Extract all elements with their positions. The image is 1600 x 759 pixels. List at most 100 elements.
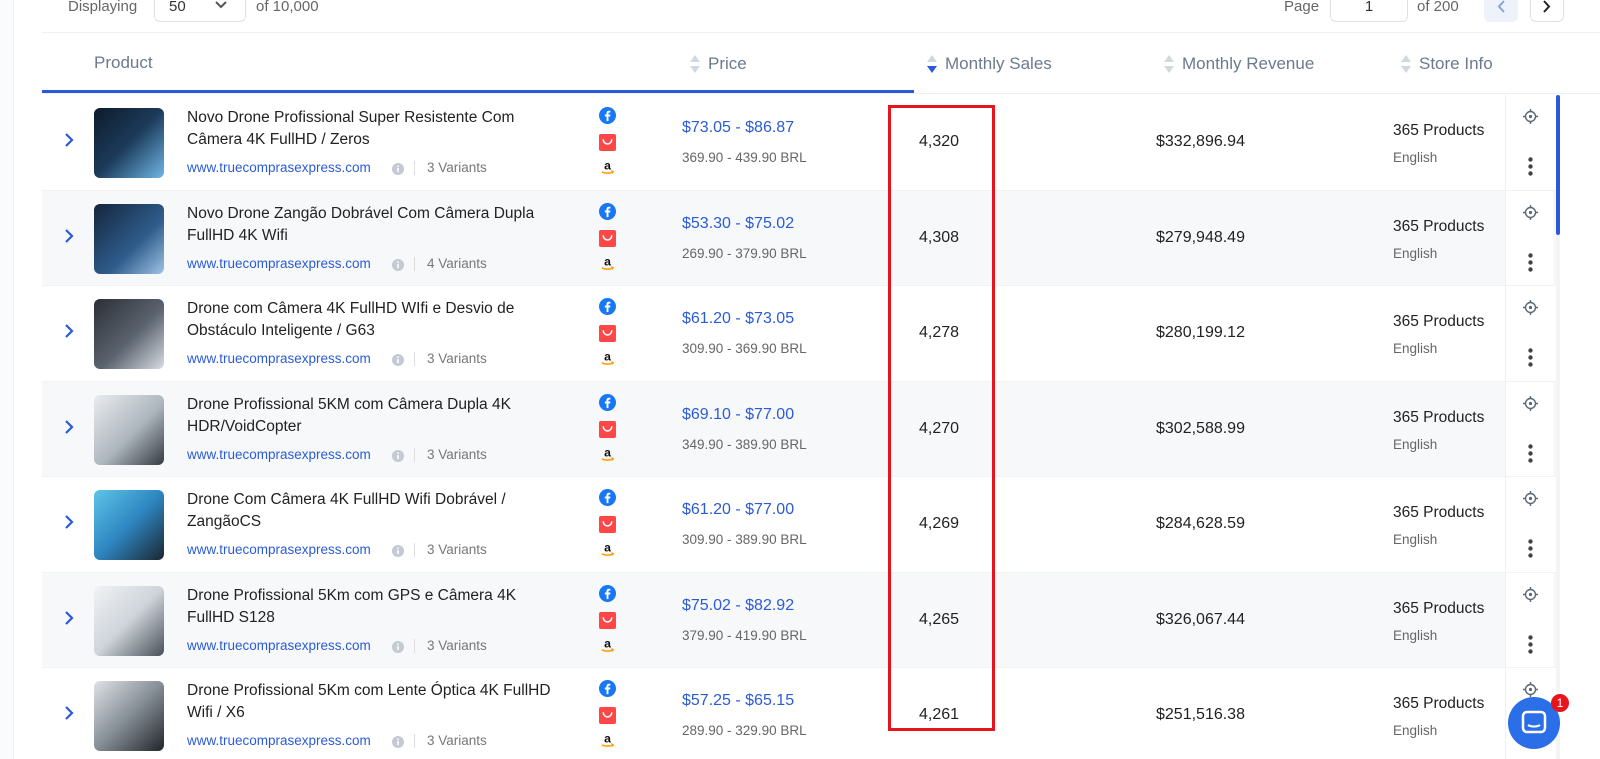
amazon-icon[interactable]: a bbox=[599, 637, 616, 654]
amazon-icon[interactable]: a bbox=[599, 446, 616, 463]
info-icon[interactable] bbox=[392, 258, 404, 271]
aliexpress-icon[interactable] bbox=[599, 229, 616, 247]
product-thumbnail[interactable]: 9 bbox=[94, 108, 164, 178]
product-title[interactable]: Drone Com Câmera 4K FullHD Wifi Dobrável… bbox=[187, 489, 567, 533]
product-thumbnail[interactable]: 8 bbox=[94, 203, 164, 274]
store-product-count: 365 Products bbox=[1393, 504, 1485, 521]
store-link[interactable]: www.truecomprasexpress.com bbox=[187, 160, 371, 175]
prev-page-button[interactable] bbox=[1484, 0, 1518, 22]
scrollbar-thumb[interactable] bbox=[1556, 95, 1560, 235]
aliexpress-icon[interactable] bbox=[599, 325, 616, 342]
aliexpress-icon[interactable] bbox=[599, 420, 616, 438]
table-row[interactable]: 8 Drone Com Câmera 4K FullHD Wifi Dobráve… bbox=[42, 477, 1558, 573]
column-header-monthly-sales[interactable]: Monthly Sales bbox=[927, 53, 1052, 75]
more-vertical-icon[interactable] bbox=[1528, 252, 1533, 272]
chevron-right-icon[interactable] bbox=[64, 705, 74, 721]
total-results: of 10,000 bbox=[256, 0, 319, 15]
target-icon[interactable] bbox=[1523, 300, 1538, 315]
divider bbox=[414, 734, 415, 748]
facebook-icon[interactable] bbox=[599, 584, 616, 602]
chevron-right-icon[interactable] bbox=[64, 228, 74, 244]
row-actions-column bbox=[1505, 95, 1553, 759]
price-usd: $61.20 - $77.00 bbox=[682, 501, 795, 518]
info-icon[interactable] bbox=[392, 545, 404, 557]
next-page-button[interactable] bbox=[1530, 0, 1564, 22]
more-vertical-icon[interactable] bbox=[1528, 634, 1533, 654]
info-icon[interactable] bbox=[392, 163, 404, 175]
product-title[interactable]: Novo Drone Profissional Super Resistente… bbox=[187, 107, 567, 151]
product-title[interactable]: Drone com Câmera 4K FullHD WIfi e Desvio… bbox=[187, 298, 567, 342]
target-icon[interactable] bbox=[1523, 586, 1538, 602]
amazon-icon[interactable]: a bbox=[599, 541, 616, 558]
row-action-cell bbox=[1506, 191, 1553, 286]
info-icon[interactable] bbox=[392, 354, 404, 366]
aliexpress-icon[interactable] bbox=[599, 611, 616, 629]
column-header-store-info[interactable]: Store Info bbox=[1401, 53, 1493, 75]
product-thumbnail[interactable]: 8 bbox=[94, 394, 164, 465]
scrollbar-track[interactable] bbox=[1556, 235, 1560, 759]
more-vertical-icon[interactable] bbox=[1528, 539, 1533, 558]
target-icon[interactable] bbox=[1523, 109, 1538, 124]
divider bbox=[414, 447, 415, 462]
product-thumbnail[interactable]: 8 bbox=[94, 490, 164, 560]
sort-icon bbox=[690, 53, 700, 75]
divider bbox=[414, 352, 415, 366]
store-link[interactable]: www.truecomprasexpress.com bbox=[187, 542, 371, 557]
monthly-revenue-value: $251,516.38 bbox=[1156, 706, 1245, 723]
aliexpress-icon[interactable] bbox=[599, 516, 616, 533]
store-link[interactable]: www.truecomprasexpress.com bbox=[187, 733, 371, 748]
amazon-icon[interactable]: a bbox=[599, 350, 616, 367]
table-row[interactable]: 7 Drone com Câmera 4K FullHD WIfi e Desvi… bbox=[42, 286, 1558, 382]
column-header-price[interactable]: Price bbox=[690, 53, 747, 75]
product-thumbnail[interactable]: 8 bbox=[94, 681, 164, 751]
target-icon[interactable] bbox=[1523, 682, 1538, 697]
facebook-icon[interactable] bbox=[599, 489, 616, 506]
page-number-input[interactable] bbox=[1330, 0, 1408, 22]
aliexpress-icon[interactable] bbox=[599, 134, 616, 151]
product-title[interactable]: Drone Profissional 5KM com Câmera Dupla … bbox=[187, 394, 567, 438]
more-vertical-icon[interactable] bbox=[1528, 443, 1533, 463]
target-icon[interactable] bbox=[1523, 204, 1538, 220]
table-row[interactable]: 8 Novo Drone Zangão Dobrável Com Câmera D… bbox=[42, 190, 1558, 286]
sort-icon bbox=[1401, 53, 1411, 75]
more-vertical-icon[interactable] bbox=[1528, 348, 1533, 367]
facebook-icon[interactable] bbox=[599, 680, 616, 697]
info-icon[interactable] bbox=[392, 640, 404, 653]
store-link[interactable]: www.truecomprasexpress.com bbox=[187, 447, 371, 462]
info-icon[interactable] bbox=[392, 736, 404, 748]
table-row[interactable]: 10 Drone Profissional 5Km com GPS e Câmer… bbox=[42, 572, 1558, 668]
store-link[interactable]: www.truecomprasexpress.com bbox=[187, 638, 371, 653]
chevron-right-icon[interactable] bbox=[64, 419, 74, 435]
facebook-icon[interactable] bbox=[599, 202, 616, 220]
chevron-right-icon[interactable] bbox=[64, 323, 74, 339]
chevron-right-icon[interactable] bbox=[64, 132, 74, 148]
per-page-select[interactable]: 50 bbox=[154, 0, 246, 22]
price-brl: 379.90 - 419.90 BRL bbox=[682, 627, 807, 643]
product-title[interactable]: Novo Drone Zangão Dobrável Com Câmera Du… bbox=[187, 203, 567, 247]
table-row[interactable]: 8 Drone Profissional 5Km com Lente Óptica… bbox=[42, 668, 1558, 759]
chevron-right-icon[interactable] bbox=[64, 610, 74, 626]
info-icon[interactable] bbox=[392, 449, 404, 462]
target-icon[interactable] bbox=[1523, 395, 1538, 411]
amazon-icon[interactable]: a bbox=[599, 159, 616, 176]
aliexpress-icon[interactable] bbox=[599, 707, 616, 724]
column-label: Price bbox=[708, 54, 747, 73]
store-link[interactable]: www.truecomprasexpress.com bbox=[187, 351, 371, 366]
more-vertical-icon[interactable] bbox=[1528, 157, 1533, 176]
column-header-monthly-revenue[interactable]: Monthly Revenue bbox=[1164, 53, 1314, 75]
product-thumbnail[interactable]: 10 bbox=[94, 585, 164, 656]
table-row[interactable]: 9 Novo Drone Profissional Super Resistent… bbox=[42, 95, 1558, 191]
facebook-icon[interactable] bbox=[599, 393, 616, 411]
column-header-product[interactable]: Product bbox=[94, 53, 153, 73]
chevron-right-icon[interactable] bbox=[64, 514, 74, 530]
store-link[interactable]: www.truecomprasexpress.com bbox=[187, 256, 371, 271]
amazon-icon[interactable]: a bbox=[599, 255, 616, 272]
product-thumbnail[interactable]: 7 bbox=[94, 299, 164, 369]
product-title[interactable]: Drone Profissional 5Km com Lente Óptica … bbox=[187, 680, 567, 724]
target-icon[interactable] bbox=[1523, 491, 1538, 506]
table-row[interactable]: 8 Drone Profissional 5KM com Câmera Dupla… bbox=[42, 381, 1558, 477]
amazon-icon[interactable]: a bbox=[599, 732, 616, 749]
product-title[interactable]: Drone Profissional 5Km com GPS e Câmera … bbox=[187, 585, 567, 629]
facebook-icon[interactable] bbox=[599, 298, 616, 315]
facebook-icon[interactable] bbox=[599, 107, 616, 124]
